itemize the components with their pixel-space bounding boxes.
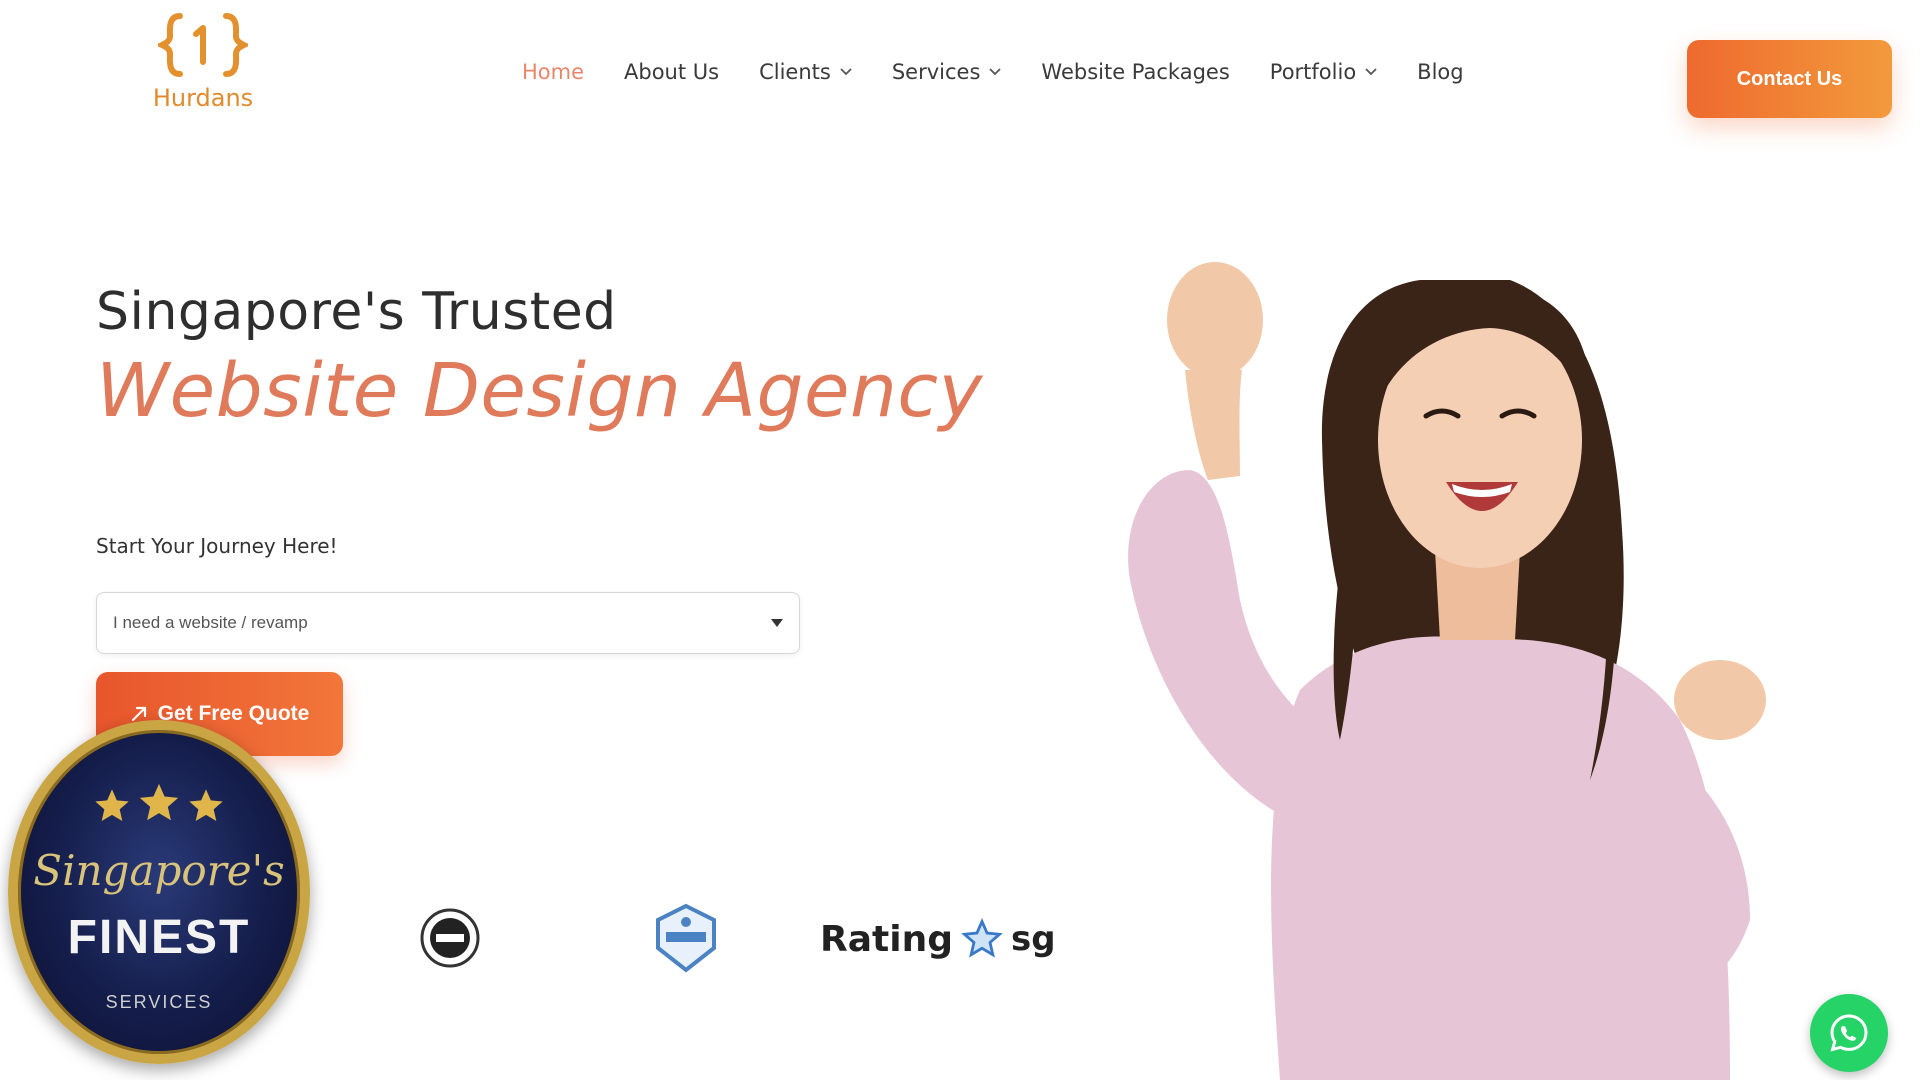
badge-title: FINEST [67, 911, 251, 964]
caret-down-icon [771, 619, 783, 627]
contact-us-button[interactable]: Contact Us [1687, 40, 1892, 118]
nav-label-home: Home [522, 60, 585, 84]
service-select[interactable]: I need a website / revamp [96, 592, 800, 654]
nav-label-website-packages: Website Packages [1041, 60, 1230, 84]
singapores-finest-badge[interactable]: Singapore's FINEST SERVICES [8, 720, 310, 1064]
nav-item-portfolio[interactable]: Portfolio [1270, 60, 1377, 84]
rating-label: Rating [820, 918, 953, 960]
nav-item-blog[interactable]: Blog [1417, 60, 1463, 84]
badge-subtitle: SERVICES [105, 992, 213, 1012]
brand-logo-icon [158, 13, 248, 77]
chevron-down-icon [1365, 68, 1377, 76]
journey-label: Start Your Journey Here! [96, 534, 338, 558]
star-outline-icon [961, 918, 1003, 958]
star-icon [139, 783, 179, 821]
hero-person-image [1128, 262, 1766, 1080]
hero-subtitle: Singapore's Trusted [96, 282, 617, 342]
hero-title: Website Design Agency [96, 348, 983, 434]
whatsapp-button[interactable] [1810, 994, 1888, 1072]
nav-item-website-packages[interactable]: Website Packages [1041, 60, 1229, 84]
main-nav: Home About Us Clients Services Website P… [522, 60, 1504, 84]
chevron-down-icon [840, 68, 852, 76]
whatsapp-icon [1830, 1014, 1868, 1052]
nav-label-about-us: About Us [624, 60, 720, 84]
site-header: Hurdans Home About Us Clients Services W… [0, 0, 1920, 160]
badge-stars [18, 768, 300, 831]
nav-label-blog: Blog [1417, 60, 1464, 84]
nav-label-clients: Clients [759, 60, 831, 84]
chevron-down-icon [989, 68, 1002, 76]
brand-name: Hurdans [152, 84, 254, 112]
nav-label-services: Services [891, 60, 981, 84]
certified-badge-icon [656, 903, 716, 973]
nav-item-services[interactable]: Services [892, 60, 1002, 84]
rating-sg-logo: Rating sg [820, 918, 1056, 960]
brand-logo[interactable]: Hurdans [138, 10, 268, 130]
nav-item-about-us[interactable]: About Us [624, 60, 719, 84]
award-seal-icon [420, 908, 480, 968]
nav-item-clients[interactable]: Clients [759, 60, 852, 84]
badge-script: Singapore's [33, 846, 285, 895]
service-select-value: I need a website / revamp [113, 613, 308, 632]
star-icon [94, 789, 129, 821]
rating-suffix: sg [1010, 919, 1056, 959]
star-icon [189, 789, 224, 821]
nav-item-home[interactable]: Home [522, 60, 584, 84]
nav-label-portfolio: Portfolio [1269, 60, 1357, 84]
